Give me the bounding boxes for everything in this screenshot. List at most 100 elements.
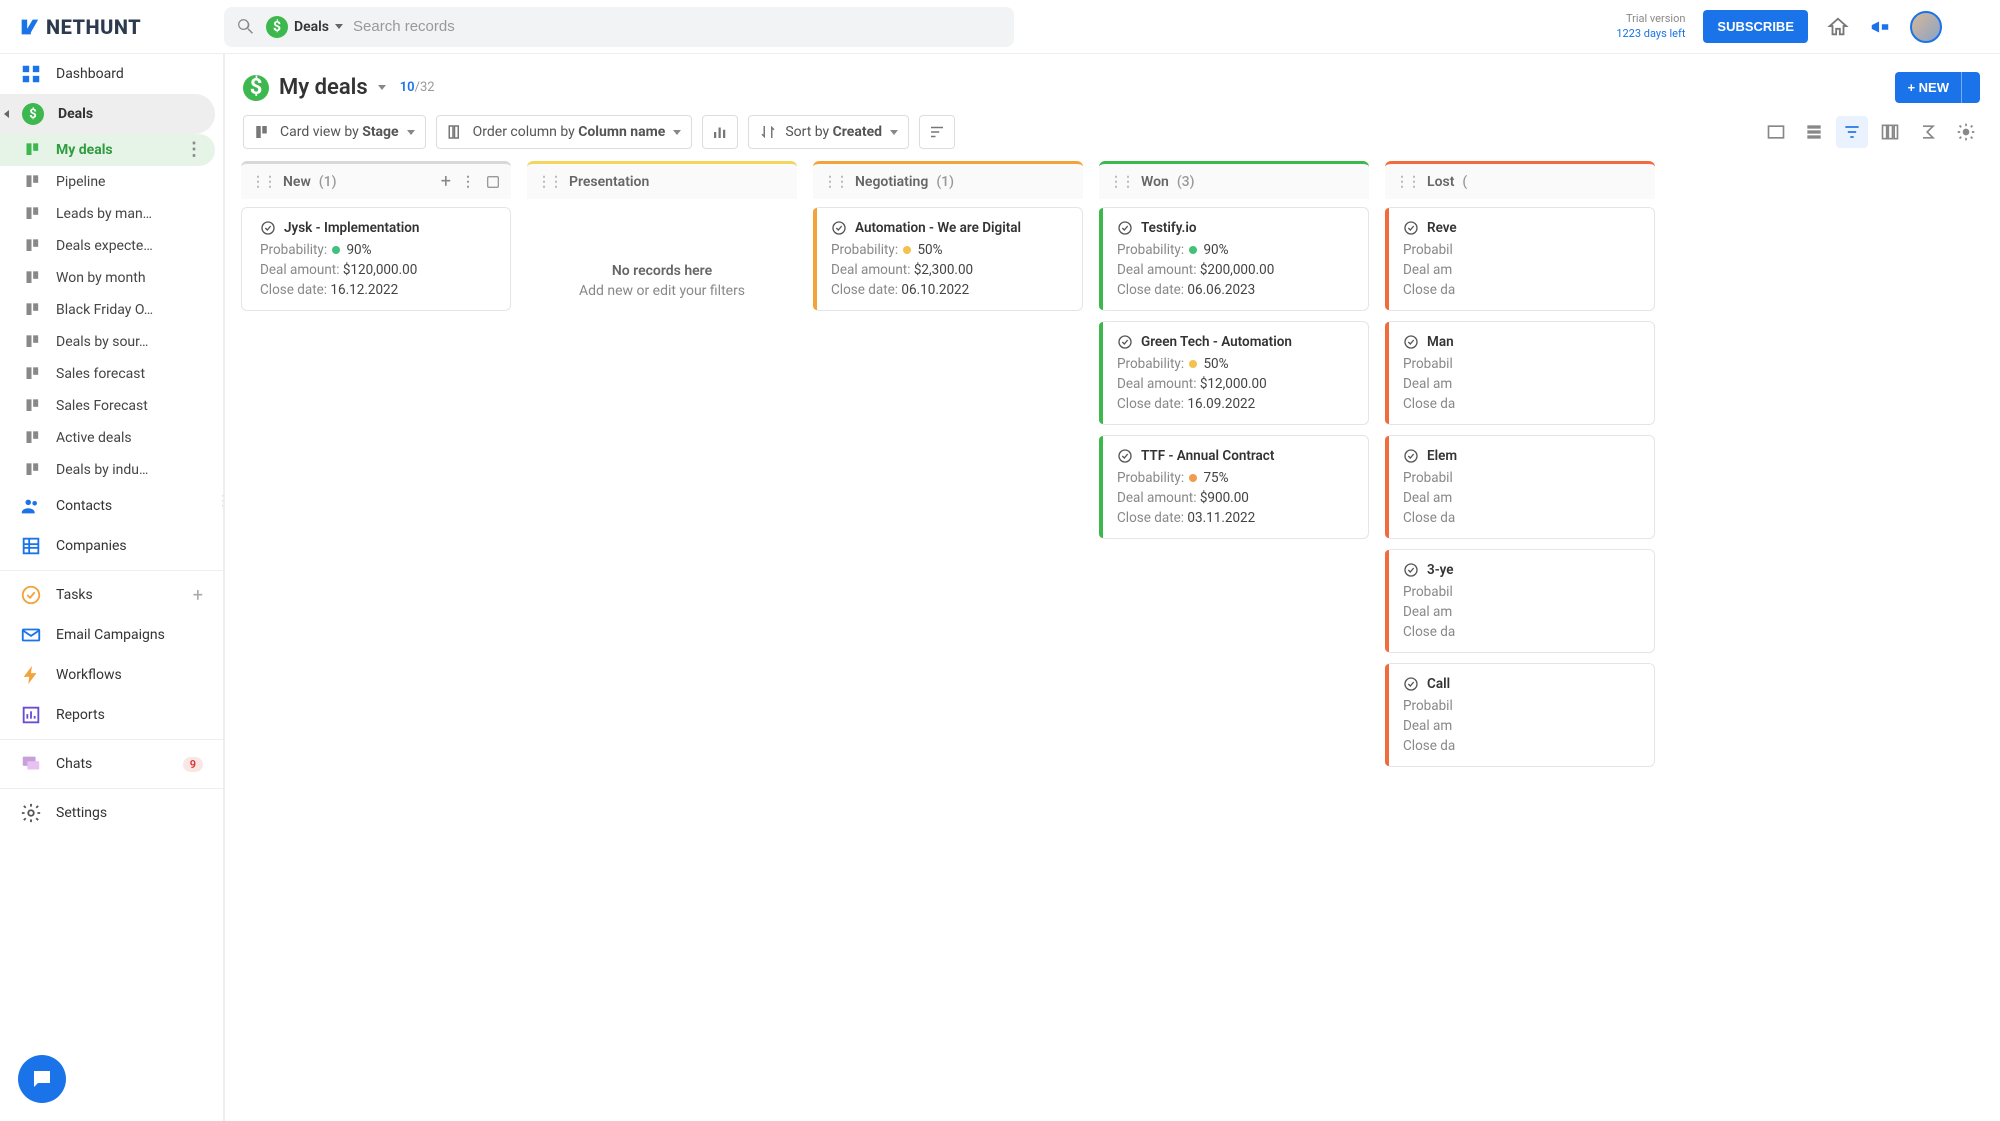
new-button-dropdown[interactable] xyxy=(1961,72,1980,103)
dollar-icon: $ xyxy=(266,16,288,38)
board-icon xyxy=(24,332,44,352)
sidebar-sub-item[interactable]: Leads by man… xyxy=(0,198,215,230)
sort-direction[interactable] xyxy=(919,115,955,149)
board-icon xyxy=(24,204,44,224)
sigma-icon[interactable] xyxy=(1912,116,1944,148)
deal-card[interactable]: TTF - Annual Contract Probability: 75% D… xyxy=(1099,435,1369,539)
nav-tasks[interactable]: Tasks + xyxy=(0,575,215,615)
card-view-selector[interactable]: Card view by Stage xyxy=(243,115,426,149)
new-button[interactable]: + NEW xyxy=(1895,72,1961,103)
sidebar-sub-item[interactable]: Pipeline xyxy=(0,166,215,198)
card-title: Jysk - Implementation xyxy=(260,220,496,236)
sidebar-sub-label: My deals xyxy=(56,142,113,158)
sidebar-sub-item[interactable]: Won by month xyxy=(0,262,215,294)
nav-email-campaigns[interactable]: Email Campaigns xyxy=(0,615,215,655)
page-header: $ My deals 10/32 + NEW xyxy=(225,54,2000,103)
nav-chats[interactable]: Chats 9 xyxy=(0,744,215,784)
sort-lines-icon xyxy=(928,123,946,141)
announce-icon[interactable] xyxy=(1868,15,1892,39)
filter-icon[interactable] xyxy=(1836,116,1868,148)
card-amount: Deal amount: $120,000.00 xyxy=(260,262,496,278)
deal-card[interactable]: 3-ye Probabil Deal am Close da xyxy=(1385,549,1655,653)
add-card-icon[interactable]: + xyxy=(441,171,451,192)
sidebar-sub-item[interactable]: Sales forecast xyxy=(0,358,215,390)
board-icon xyxy=(24,268,44,288)
nav-reports[interactable]: Reports xyxy=(0,695,215,735)
search-input[interactable] xyxy=(353,18,1002,35)
avatar[interactable] xyxy=(1910,11,1942,43)
column-header[interactable]: ⋮⋮ New (1) + ⋮ xyxy=(241,161,511,199)
empty-title: No records here xyxy=(527,263,797,279)
sidebar-collapse-handle[interactable]: ⋮ xyxy=(220,481,224,521)
chat-launcher[interactable] xyxy=(18,1055,66,1103)
logo-icon xyxy=(18,16,40,38)
grip-icon[interactable]: ⋮⋮ xyxy=(1395,174,1419,190)
card-amount: Deal amount: $2,300.00 xyxy=(831,262,1068,278)
search-bar[interactable]: $ Deals xyxy=(224,7,1014,47)
card-probability: Probability: 90% xyxy=(1117,242,1354,258)
order-column-selector[interactable]: Order column by Column name xyxy=(436,115,693,149)
board-icon xyxy=(24,364,44,384)
gear-icon[interactable] xyxy=(1950,116,1982,148)
column-header[interactable]: ⋮⋮ Lost ( xyxy=(1385,161,1655,199)
deal-card[interactable]: Testify.io Probability: 90% Deal amount:… xyxy=(1099,207,1369,311)
logo-text: NETHUNT xyxy=(46,15,141,39)
column-body: Testify.io Probability: 90% Deal amount:… xyxy=(1099,199,1369,1105)
columns-icon[interactable] xyxy=(1874,116,1906,148)
nav-dashboard[interactable]: Dashboard xyxy=(0,54,215,94)
deal-card[interactable]: Jysk - Implementation Probability: 90% D… xyxy=(241,207,511,311)
sidebar-sub-item[interactable]: Black Friday O… xyxy=(0,294,215,326)
more-icon[interactable]: ⋮ xyxy=(461,174,475,190)
column-header[interactable]: ⋮⋮ Presentation xyxy=(527,161,797,199)
sort-selector[interactable]: Sort by Created xyxy=(748,115,909,149)
bolt-icon xyxy=(20,664,42,686)
deal-card[interactable]: Elem Probabil Deal am Close da xyxy=(1385,435,1655,539)
kanban-board[interactable]: ⋮⋮ New (1) + ⋮ Jysk - Implementation Pro… xyxy=(225,161,2000,1121)
home-icon[interactable] xyxy=(1826,15,1850,39)
sidebar-sub-item[interactable]: Deals expecte… xyxy=(0,230,215,262)
card-title: TTF - Annual Contract xyxy=(1117,448,1354,464)
nav-settings-label: Settings xyxy=(56,805,107,821)
search-scope-chip[interactable]: $ Deals xyxy=(266,16,343,38)
sidebar-sub-item[interactable]: Deals by indu… xyxy=(0,454,215,486)
sidebar-sub-item[interactable]: Deals by sour… xyxy=(0,326,215,358)
nav-workflows[interactable]: Workflows xyxy=(0,655,215,695)
card-probability: Probabil xyxy=(1403,698,1640,714)
deal-card[interactable]: Reve Probabil Deal am Close da xyxy=(1385,207,1655,311)
nav-deals[interactable]: $ Deals xyxy=(0,94,215,134)
subscribe-button[interactable]: SUBSCRIBE xyxy=(1703,10,1808,43)
sidebar-sub-item[interactable]: Active deals xyxy=(0,422,215,454)
grip-icon[interactable]: ⋮⋮ xyxy=(823,174,847,190)
reports-icon xyxy=(20,704,42,726)
card-amount: Deal amount: $900.00 xyxy=(1117,490,1354,506)
grip-icon[interactable]: ⋮⋮ xyxy=(251,174,275,190)
nav-contacts[interactable]: Contacts xyxy=(0,486,215,526)
deal-card[interactable]: Green Tech - Automation Probability: 50%… xyxy=(1099,321,1369,425)
record-count: 10/32 xyxy=(400,80,435,95)
deal-card[interactable]: Automation - We are Digital Probability:… xyxy=(813,207,1083,311)
deal-card[interactable]: Man Probabil Deal am Close da xyxy=(1385,321,1655,425)
nav-companies[interactable]: Companies xyxy=(0,526,215,566)
more-icon[interactable]: ⋮ xyxy=(185,145,203,155)
deal-card[interactable]: Call Probabil Deal am Close da xyxy=(1385,663,1655,767)
sort-icon xyxy=(759,123,777,141)
logo[interactable]: NETHUNT xyxy=(8,15,224,39)
user-menu-caret[interactable] xyxy=(1960,15,1984,39)
sidebar-sub-item[interactable]: Sales Forecast xyxy=(0,390,215,422)
nav-settings[interactable]: Settings xyxy=(0,793,215,833)
chart-toggle[interactable] xyxy=(702,115,738,149)
chevron-down-icon[interactable] xyxy=(378,85,386,90)
grip-icon[interactable]: ⋮⋮ xyxy=(537,174,561,190)
add-task-icon[interactable]: + xyxy=(193,585,203,606)
view-list-icon[interactable] xyxy=(1798,116,1830,148)
grip-icon[interactable]: ⋮⋮ xyxy=(1109,174,1133,190)
sidebar-sub-item[interactable]: My deals ⋮ xyxy=(0,134,215,166)
card-probability: Probabil xyxy=(1403,470,1640,486)
column-header[interactable]: ⋮⋮ Won (3) xyxy=(1099,161,1369,199)
checkbox-icon[interactable] xyxy=(485,174,501,190)
view-table-icon[interactable] xyxy=(1760,116,1792,148)
page-title-text: My deals xyxy=(279,75,368,100)
column-count: ( xyxy=(1462,174,1467,190)
card-title: Call xyxy=(1403,676,1640,692)
column-header[interactable]: ⋮⋮ Negotiating (1) xyxy=(813,161,1083,199)
